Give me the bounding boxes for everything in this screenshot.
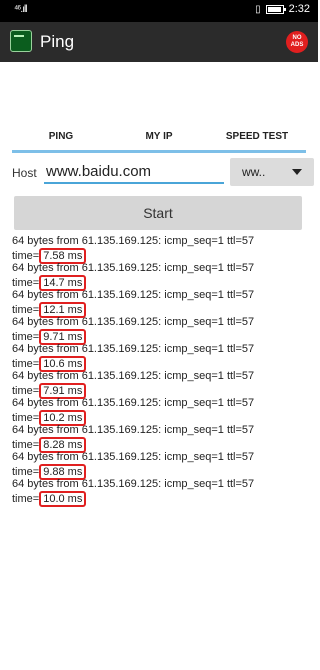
rtt-value: 10.0 ms [39,491,87,507]
result-summary: 64 bytes from 61.135.169.125: icmp_seq=1… [12,316,255,328]
tab-bar: PING MY IP SPEED TEST [12,120,306,152]
tab-speed-test[interactable]: SPEED TEST [208,120,306,152]
time-prefix: time= [12,385,40,397]
signal-icon: ⁴⁶.ıll [14,4,27,15]
vibrate-icon: ▯ [255,3,261,15]
tab-speed-test-label: SPEED TEST [225,130,289,142]
app-icon [10,30,32,52]
status-time: 2:32 [288,3,310,15]
time-prefix: time= [12,439,40,451]
time-prefix: time= [12,358,40,370]
result-summary: 64 bytes from 61.135.169.125: icmp_seq=1… [12,343,255,355]
host-label: Host [12,166,37,180]
result-line: 64 bytes from 61.135.169.125: icmp_seq=1… [12,343,312,372]
result-summary: 64 bytes from 61.135.169.125: icmp_seq=1… [12,451,255,463]
chevron-down-icon [292,169,302,175]
battery-icon [265,4,286,14]
no-ads-button[interactable]: NO ADS [286,31,308,53]
result-summary: 64 bytes from 61.135.169.125: icmp_seq=1… [12,478,255,490]
result-line: 64 bytes from 61.135.169.125: icmp_seq=1… [12,451,312,480]
time-prefix: time= [12,412,40,424]
app-bar: Ping NO ADS [0,22,318,62]
tab-ping-label: PING [48,130,74,142]
status-bar: ⁴⁶.ıll ▯ 2:32 [0,0,318,22]
result-summary: 64 bytes from 61.135.169.125: icmp_seq=1… [12,370,255,382]
result-line: 64 bytes from 61.135.169.125: icmp_seq=1… [12,262,312,291]
result-summary: 64 bytes from 61.135.169.125: icmp_seq=1… [12,262,255,274]
tab-indicator [12,150,306,153]
domain-select[interactable]: ww.. [230,158,314,186]
time-prefix: time= [12,304,40,316]
host-input[interactable] [44,160,224,184]
result-line: 64 bytes from 61.135.169.125: icmp_seq=1… [12,397,312,426]
result-time: time= 10.0 ms [12,491,312,507]
time-prefix: time= [12,466,40,478]
tab-my-ip[interactable]: MY IP [110,120,208,152]
domain-select-value: ww.. [242,165,266,179]
tab-my-ip-label: MY IP [145,130,173,142]
result-summary: 64 bytes from 61.135.169.125: icmp_seq=1… [12,235,255,247]
tab-ping[interactable]: PING [12,120,110,152]
result-line: 64 bytes from 61.135.169.125: icmp_seq=1… [12,478,312,507]
ping-output: 64 bytes from 61.135.169.125: icmp_seq=1… [12,235,312,507]
time-prefix: time= [12,277,40,289]
result-summary: 64 bytes from 61.135.169.125: icmp_seq=1… [12,289,255,301]
host-row: Host ww.. [12,158,314,188]
result-line: 64 bytes from 61.135.169.125: icmp_seq=1… [12,235,312,264]
result-line: 64 bytes from 61.135.169.125: icmp_seq=1… [12,316,312,345]
result-line: 64 bytes from 61.135.169.125: icmp_seq=1… [12,424,312,453]
no-ads-line2: ADS [290,42,304,48]
status-right: ▯ 2:32 [255,3,310,15]
time-prefix: time= [12,493,40,505]
time-prefix: time= [12,250,40,262]
time-prefix: time= [12,331,40,343]
result-line: 64 bytes from 61.135.169.125: icmp_seq=1… [12,289,312,318]
app-title: Ping [40,32,75,51]
start-button[interactable]: Start [14,196,302,230]
result-line: 64 bytes from 61.135.169.125: icmp_seq=1… [12,370,312,399]
result-summary: 64 bytes from 61.135.169.125: icmp_seq=1… [12,397,255,409]
result-summary: 64 bytes from 61.135.169.125: icmp_seq=1… [12,424,255,436]
no-ads-line1: NO [292,35,302,41]
